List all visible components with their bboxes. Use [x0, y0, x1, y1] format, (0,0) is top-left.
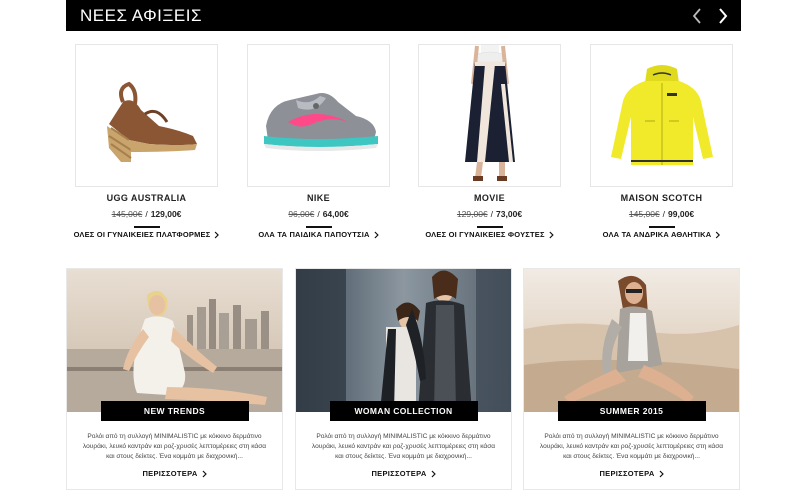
promo-description: Ρολόι από τη συλλογή MINIMALISTIC με κόκ…	[539, 433, 724, 460]
new-price: 64,00€	[322, 209, 349, 219]
new-arrivals-grid: UGG AUSTRALIA 145,00€/129,00€ ΟΛΕΣ ΟΙ ΓΥ…	[66, 44, 741, 250]
chevron-right-icon	[549, 231, 554, 239]
price-separator: /	[145, 209, 148, 219]
promo-label-button[interactable]: NEW TRENDS	[100, 401, 249, 421]
chevron-right-icon	[214, 231, 220, 239]
read-more-link[interactable]: ΠΕΡΙΣΣΟΤΕΡΑ	[371, 469, 436, 478]
product-brand[interactable]: UGG AUSTRALIA	[75, 192, 218, 204]
category-link[interactable]: ΟΛΑ ΤΑ ΠΑΙΔΙΚΑ ΠΑΠΟΥΤΣΙΑ	[258, 230, 379, 239]
chevron-right-icon[interactable]	[717, 7, 729, 25]
promo-photo-woman-collection[interactable]	[296, 269, 511, 412]
promo-description: Ρολόι από τη συλλογή MINIMALISTIC με κόκ…	[82, 433, 267, 460]
product-card: NIKE 96,00€/64,00€ ΟΛΑ ΤΑ ΠΑΙΔΙΚΑ ΠΑΠΟΥΤ…	[247, 44, 390, 239]
category-link-label: ΟΛΑ ΤΑ ΠΑΙΔΙΚΑ ΠΑΠΟΥΤΣΙΑ	[258, 230, 370, 239]
chevron-right-icon	[202, 470, 207, 478]
chevron-right-icon	[659, 470, 664, 478]
divider	[305, 226, 332, 228]
product-card: UGG AUSTRALIA 145,00€/129,00€ ΟΛΕΣ ΟΙ ΓΥ…	[74, 44, 220, 239]
product-brand[interactable]: MAISON SCOTCH	[590, 192, 733, 204]
category-link[interactable]: ΟΛΕΣ ΟΙ ΓΥΝΑΙΚΕΙΕΣ ΠΛΑΤΦΟΡΜΕΣ	[74, 230, 220, 239]
promo-card: WOMAN COLLECTION Ρολόι από τη συλλογή MI…	[295, 268, 512, 490]
product-image-yellow-jacket[interactable]	[590, 44, 733, 187]
promo-card: NEW TRENDS Ρολόι από τη συλλογή MINIMALI…	[66, 268, 283, 490]
read-more-label: ΠΕΡΙΣΣΟΤΕΡΑ	[142, 469, 198, 478]
divider	[648, 226, 675, 228]
category-link-label: ΟΛΕΣ ΟΙ ΓΥΝΑΙΚΕΙΕΣ ΦΟΥΣΤΕΣ	[425, 230, 545, 239]
product-prices: 96,00€/64,00€	[247, 208, 390, 220]
product-prices: 129,00€/73,00€	[418, 208, 561, 220]
read-more-link[interactable]: ΠΕΡΙΣΣΟΤΕΡΑ	[599, 469, 664, 478]
product-brand[interactable]: MOVIE	[418, 192, 561, 204]
promo-label-button[interactable]: WOMAN COLLECTION	[329, 401, 478, 421]
chevron-right-icon	[431, 470, 436, 478]
new-price: 99,00€	[668, 209, 695, 219]
chevron-right-icon	[715, 231, 721, 239]
section-title: ΝΕΕΣ ΑΦΙΞΕΙΣ	[80, 5, 203, 25]
product-image-maxi-skirt[interactable]	[418, 44, 561, 187]
promo-photo-new-trends[interactable]	[67, 269, 282, 412]
product-prices: 145,00€/129,00€	[75, 208, 218, 220]
old-price: 129,00€	[456, 209, 488, 219]
section-header: ΝΕΕΣ ΑΦΙΞΕΙΣ	[66, 0, 741, 31]
carousel-controls	[691, 7, 729, 25]
read-more-link[interactable]: ΠΕΡΙΣΣΟΤΕΡΑ	[142, 469, 207, 478]
divider	[476, 226, 503, 228]
category-link-label: ΟΛΕΣ ΟΙ ΓΥΝΑΙΚΕΙΕΣ ΠΛΑΤΦΟΡΜΕΣ	[73, 230, 211, 239]
old-price: 145,00€	[111, 209, 143, 219]
product-card: MOVIE 129,00€/73,00€ ΟΛΕΣ ΟΙ ΓΥΝΑΙΚΕΙΕΣ …	[418, 44, 561, 239]
chevron-left-icon[interactable]	[691, 7, 703, 25]
promo-description: Ρολόι από τη συλλογή MINIMALISTIC με κόκ…	[311, 433, 496, 460]
product-image-wedge-sandal[interactable]	[75, 44, 218, 187]
price-separator: /	[490, 209, 494, 219]
product-card: MAISON SCOTCH 145,00€/99,00€ ΟΛΑ ΤΑ ΑΝΔΡ…	[590, 44, 733, 239]
category-link[interactable]: ΟΛΑ ΤΑ ΑΝΔΡΙΚΑ ΑΘΛΗΤΙΚΑ	[603, 230, 721, 239]
read-more-label: ΠΕΡΙΣΣΟΤΕΡΑ	[371, 469, 427, 478]
new-price: 129,00€	[150, 209, 182, 219]
promo-photo-summer-2015[interactable]	[524, 269, 739, 412]
product-prices: 145,00€/99,00€	[590, 208, 733, 220]
product-image-sneaker[interactable]	[247, 44, 390, 187]
old-price: 96,00€	[288, 209, 315, 219]
category-link[interactable]: ΟΛΕΣ ΟΙ ΓΥΝΑΙΚΕΙΕΣ ΦΟΥΣΤΕΣ	[425, 230, 554, 239]
price-separator: /	[317, 209, 320, 219]
divider	[133, 226, 160, 228]
promo-card: SUMMER 2015 Ρολόι από τη συλλογή MINIMAL…	[523, 268, 740, 490]
old-price: 145,00€	[628, 209, 660, 219]
product-brand[interactable]: NIKE	[247, 192, 390, 204]
new-price: 73,00€	[496, 209, 523, 219]
promo-label-button[interactable]: SUMMER 2015	[557, 401, 706, 421]
read-more-label: ΠΕΡΙΣΣΟΤΕΡΑ	[599, 469, 655, 478]
chevron-right-icon	[374, 231, 379, 239]
price-separator: /	[662, 209, 666, 219]
category-link-label: ΟΛΑ ΤΑ ΑΝΔΡΙΚΑ ΑΘΛΗΤΙΚΑ	[602, 230, 712, 239]
